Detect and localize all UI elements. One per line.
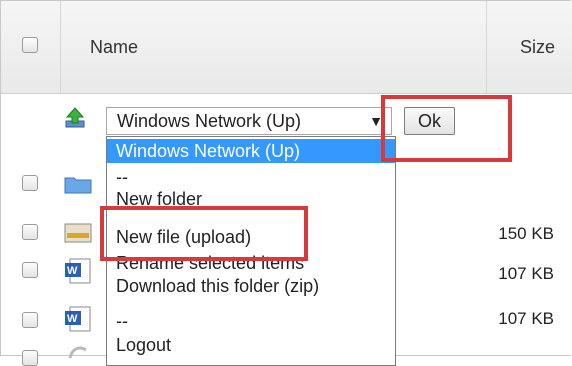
file-size: 107 KB	[498, 264, 554, 283]
size-column-header[interactable]: Size	[520, 37, 555, 58]
file-icon	[68, 346, 87, 359]
row-checkbox[interactable]	[22, 350, 38, 366]
column-divider	[486, 1, 487, 93]
svg-text:W: W	[67, 313, 78, 325]
row-checkbox[interactable]	[22, 175, 38, 191]
action-select-value: Windows Network (Up)	[117, 111, 302, 131]
row-checkbox[interactable]	[22, 312, 38, 328]
word-document-icon: W	[65, 258, 91, 284]
dropdown-option-logout[interactable]: Logout	[107, 333, 395, 357]
file-size: 107 KB	[498, 309, 554, 328]
file-size: 150 KB	[498, 224, 554, 243]
row-checkbox[interactable]	[22, 262, 38, 278]
up-arrow-icon[interactable]	[64, 107, 86, 129]
dropdown-option-separator[interactable]: --	[107, 309, 395, 333]
dropdown-option-separator[interactable]: --	[107, 165, 395, 189]
dropdown-option-windows-network[interactable]: Windows Network (Up)	[107, 139, 395, 163]
select-all-checkbox[interactable]	[22, 37, 38, 53]
folder-icon	[64, 177, 92, 194]
image-file-icon	[64, 223, 92, 243]
highlight-box-ok	[381, 95, 512, 162]
word-document-icon: W	[65, 306, 91, 332]
svg-text:W: W	[67, 265, 78, 277]
row-checkbox[interactable]	[22, 224, 38, 240]
action-select[interactable]: Windows Network (Up) ▼	[106, 107, 392, 135]
name-column-header[interactable]: Name	[90, 37, 138, 58]
highlight-box-new-file	[100, 206, 308, 261]
column-divider	[60, 1, 61, 93]
dropdown-option-download-zip[interactable]: Download this folder (zip)	[107, 274, 395, 298]
